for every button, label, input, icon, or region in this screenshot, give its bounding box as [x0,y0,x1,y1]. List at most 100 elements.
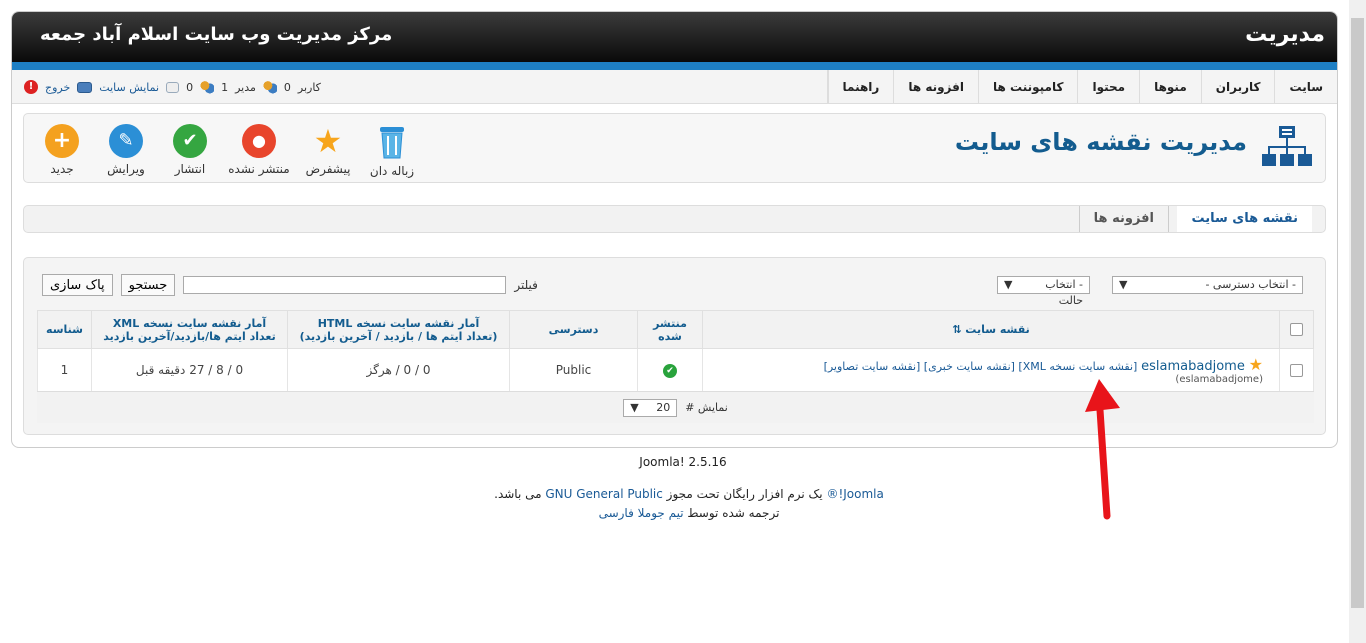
joomla-farsi-link[interactable]: تیم جوملا فارسی [599,506,684,520]
admins-label: مدیر [235,80,256,94]
filter-label: فیلتر [514,278,538,292]
sitemaps-table: نقشه سایت ⇅ منتشر شده دسترسی آمار نقشه س… [37,310,1314,392]
menu-item-extensions[interactable]: افزونه ها [893,70,978,104]
admin-window: مدیریت مرکز مدیریت وب سایت اسلام آباد جم… [11,11,1338,448]
sitemap-cell: ★ eslamabadjome [نقشه سایت نسخه XML] [نق… [702,348,1280,392]
chevron-down-icon: ▼ [1119,278,1128,291]
new-label: جدید [50,162,74,176]
access-select[interactable]: - انتخاب دسترسی - ▼ [1112,276,1303,294]
plus-icon: + [45,124,79,158]
tab-plugins[interactable]: افزونه ها [1078,206,1169,232]
col-xml-stats: آمار نقشه سایت نسخه XML تعداد ایتم ها/با… [91,310,288,349]
monitor-icon [77,81,93,93]
trash-button[interactable]: زباله دان [364,122,420,178]
license-text: Joomla!® یک نرم افزار رایگان تحت مجوز GN… [494,487,884,501]
page-scrollbar[interactable] [1349,0,1366,643]
filter-input[interactable] [183,276,507,294]
chevron-down-icon: ▼ [630,400,639,414]
status-bar: ! خروج نمایش سایت 0 1 مدیر 0 کاربر [24,70,321,104]
select-all-checkbox[interactable] [1290,323,1303,337]
col-published[interactable]: منتشر شده [637,310,703,349]
default-label: پیشفرض [305,162,351,176]
row-select-cell [1279,348,1314,392]
check-icon: ✔ [173,124,207,158]
subnav-tabs: نقشه های سایت افزونه ها [23,205,1326,233]
sitemap-name-link[interactable]: eslamabadjome [1141,359,1245,374]
logout-link[interactable]: خروج [45,81,70,94]
menu-bar: سایت کاربران منوها محتوا کامپوننت ها افز… [12,70,1337,104]
main-menu: سایت کاربران منوها محتوا کامپوننت ها افز… [826,70,1337,104]
html-stats-cell: 0 / 0 / هرگز [287,348,510,392]
xml-stats-header-line1: آمار نقشه سایت نسخه XML [112,316,267,330]
gpl-link[interactable]: GNU General Public [545,487,663,501]
users-count: 0 [283,80,291,94]
unpublish-icon: ● [242,124,276,158]
access-cell: Public [509,348,638,392]
col-sitemap[interactable]: نقشه سایت ⇅ [702,310,1280,349]
col-html-stats: آمار نقشه سایت نسخه HTML (تعداد ایتم ها … [287,310,510,349]
xml-stats-cell: 0 / 8 / 27 دقیقه قبل [91,348,288,392]
html-stats-header-line2: (تعداد ایتم ها / بازدید / آخرین بازدید) [299,329,498,343]
admins-count: 1 [221,80,229,94]
messages-icon [166,81,180,93]
default-star-icon: ★ [1248,355,1263,374]
col-access[interactable]: دسترسی [509,310,638,349]
row-checkbox[interactable] [1290,364,1303,377]
admins-icon [200,80,215,94]
unpublish-button[interactable]: ● منتشر نشده [226,122,292,178]
star-icon: ★ [313,122,343,160]
trash-icon [380,127,404,159]
publish-label: انتشار [174,162,206,176]
menu-item-help[interactable]: راهنما [827,70,894,104]
sitemap-icon [1262,126,1312,166]
chevron-down-icon: ▼ [1004,278,1013,291]
credit-text: ترجمه شده توسط تیم جوملا فارسی [598,506,780,520]
unpublish-label: منتشر نشده [228,162,290,176]
pagination-bar: نمایش # 20 ▼ [37,391,1314,423]
logout-icon[interactable]: ! [24,80,38,94]
col-id[interactable]: شناسه [37,310,92,349]
display-count-select[interactable]: 20 ▼ [623,398,678,417]
menu-item-content[interactable]: محتوا [1077,70,1139,104]
toolbar-buttons: + جدید ✎ ویرایش ✔ انتشار ● منتشر نشده ★ … [34,122,420,178]
table-row: ★ eslamabadjome [نقشه سایت نسخه XML] [نق… [37,348,1314,392]
menu-item-site[interactable]: سایت [1274,70,1337,104]
tab-sitemaps[interactable]: نقشه های سایت [1177,206,1312,232]
view-site-link[interactable]: نمایش سایت [99,81,159,94]
page-title: مدیریت نقشه های سایت [954,128,1247,156]
display-count-value: 20 [656,400,671,414]
clear-button[interactable]: پاک سازی [42,274,113,296]
new-button[interactable]: + جدید [34,122,90,178]
access-select-value: - انتخاب دسترسی - [1205,278,1296,291]
xml-stats-header-line2: تعداد ایتم ها/بازدید/آخرین بازدید [103,329,276,343]
edit-button[interactable]: ✎ ویرایش [98,122,154,178]
site-name: مرکز مدیریت وب سایت اسلام آباد جمعه [40,24,393,45]
sitemap-alias: (eslamabadjome) [1175,374,1263,385]
menu-item-components[interactable]: کامپوننت ها [978,70,1077,104]
sitemap-list-box: فیلتر جستجو پاک سازی - انتخاب دسترسی - ▼ … [23,257,1326,435]
trash-label: زباله دان [369,164,415,178]
sort-icon: ⇅ [952,323,962,336]
default-button[interactable]: ★ پیشفرض [300,122,356,178]
header-bar: مدیریت مرکز مدیریت وب سایت اسلام آباد جم… [12,12,1337,62]
edit-label: ویرایش [107,162,145,176]
menu-item-menus[interactable]: منوها [1139,70,1201,104]
menu-item-users[interactable]: کاربران [1200,70,1275,104]
display-count-label: نمایش # [685,401,728,414]
version-text: Joomla! 2.5.16 [639,455,727,469]
published-check-icon[interactable]: ✔ [663,364,677,378]
search-button[interactable]: جستجو [120,274,176,296]
select-all-cell [1279,310,1314,349]
users-label: کاربر [297,80,321,94]
joomla-link[interactable]: Joomla!® [826,487,883,501]
sitemap-variant-links[interactable]: [نقشه سایت نسخه XML] [نقشه سایت خبری] [ن… [824,360,1138,373]
state-select-value: - انتخاب حالت [1045,278,1083,307]
pencil-icon: ✎ [109,124,143,158]
table-header-row: نقشه سایت ⇅ منتشر شده دسترسی آمار نقشه س… [37,310,1314,349]
id-cell: 1 [37,348,92,392]
brand-title: مدیریت [1245,22,1325,47]
scrollbar-thumb[interactable] [1351,18,1364,608]
publish-button[interactable]: ✔ انتشار [162,122,218,178]
filter-bar: فیلتر جستجو پاک سازی [42,274,538,296]
state-select[interactable]: - انتخاب حالت ▼ [997,276,1090,307]
